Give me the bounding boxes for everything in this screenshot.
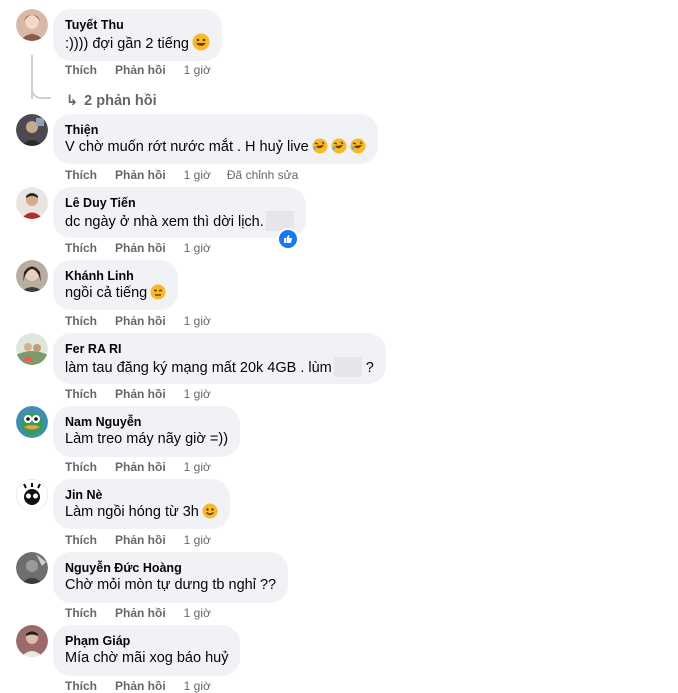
like-action[interactable]: Thích bbox=[65, 533, 97, 547]
comment-text: Làm ngồi hóng từ 3h bbox=[65, 503, 218, 525]
comment-text-content: :)))) đợi gần 2 tiếng bbox=[65, 36, 189, 52]
comment-time[interactable]: 1 giờ bbox=[184, 460, 211, 474]
comment-author[interactable]: Phạm Giáp bbox=[65, 633, 228, 649]
redacted-block bbox=[333, 357, 362, 377]
comment-actions: Thích Phản hồi 1 giờ bbox=[65, 314, 227, 328]
comment-bubble: Fer RA RI làm tau đăng ký mạng mất 20k 4… bbox=[53, 333, 386, 384]
like-action[interactable]: Thích bbox=[65, 314, 97, 328]
grin-face-icon bbox=[192, 33, 210, 57]
comment-author[interactable]: Thiện bbox=[65, 122, 366, 138]
comment-text-content: ngồi cả tiếng bbox=[65, 285, 148, 301]
comment-text: làm tau đăng ký mạng mất 20k 4GB . lùm ? bbox=[65, 357, 374, 378]
comment-time[interactable]: 1 giờ bbox=[184, 241, 211, 255]
comment-text: Chờ mỏi mòn tự dưng tb nghỉ ?? bbox=[65, 576, 276, 595]
comment-bubble: Jin Nè Làm ngồi hóng từ 3h bbox=[53, 479, 230, 529]
comment-time[interactable]: 1 giờ bbox=[184, 387, 211, 401]
comment-text-content: dc ngày ở nhà xem thì dời lịch. bbox=[65, 214, 264, 230]
reply-action[interactable]: Phản hồi bbox=[115, 679, 166, 693]
avatar[interactable] bbox=[16, 406, 48, 438]
view-replies-link[interactable]: ↳ 2 phản hồi bbox=[66, 93, 157, 109]
comment-author[interactable]: Khánh Linh bbox=[65, 268, 166, 284]
like-action[interactable]: Thích bbox=[65, 460, 97, 474]
comment-time[interactable]: 1 giờ bbox=[184, 168, 211, 182]
comment-bubble: Khánh Linh ngồi cả tiếng bbox=[53, 260, 179, 310]
comment-text: :)))) đợi gần 2 tiếng bbox=[65, 33, 210, 57]
comment-feed: Tuyết Thu :)))) đợi gần 2 tiếng Thích Phả… bbox=[0, 0, 678, 693]
rofl-face-icon bbox=[312, 138, 328, 160]
like-action[interactable]: Thích bbox=[65, 679, 97, 693]
comment-actions: Thích Phản hồi 1 giờ bbox=[65, 460, 227, 474]
rofl-face-icon bbox=[350, 138, 366, 160]
reply-action[interactable]: Phản hồi bbox=[115, 533, 166, 547]
comment-bubble: Thiện V chờ muốn rớt nước mắt . H huỷ li… bbox=[53, 114, 378, 164]
reply-action[interactable]: Phản hồi bbox=[115, 241, 166, 255]
avatar[interactable] bbox=[16, 187, 48, 219]
comment-actions: Thích Phản hồi 1 giờ bbox=[65, 533, 227, 547]
comment-text: ngồi cả tiếng bbox=[65, 284, 166, 306]
comment-time[interactable]: 1 giờ bbox=[184, 314, 211, 328]
avatar[interactable] bbox=[16, 333, 48, 365]
comment-time[interactable]: 1 giờ bbox=[184, 679, 211, 693]
reply-action[interactable]: Phản hồi bbox=[115, 63, 166, 77]
comment-author[interactable]: Fer RA RI bbox=[65, 341, 374, 357]
comment-text-content: Chờ mỏi mòn tự dưng tb nghỉ ?? bbox=[65, 577, 277, 593]
like-action[interactable]: Thích bbox=[65, 606, 97, 620]
comment-actions: Thích Phản hồi 1 giờ bbox=[65, 679, 227, 693]
reply-action[interactable]: Phản hồi bbox=[115, 168, 166, 182]
like-action[interactable]: Thích bbox=[65, 63, 97, 77]
comment-time[interactable]: 1 giờ bbox=[184, 533, 211, 547]
replies-count: 2 phản hồi bbox=[84, 93, 157, 109]
comment-text-content: Làm treo máy nãy giờ =)) bbox=[65, 431, 229, 447]
comment-author[interactable]: Nam Nguyễn bbox=[65, 414, 228, 430]
like-reaction-icon[interactable] bbox=[277, 228, 299, 250]
avatar[interactable] bbox=[16, 114, 48, 146]
avatar[interactable] bbox=[16, 9, 48, 41]
rofl-face-icon bbox=[331, 138, 347, 160]
comment-actions: Thích Phản hồi 1 giờ bbox=[65, 241, 227, 255]
comment-text: V chờ muốn rớt nước mắt . H huỷ live bbox=[65, 138, 366, 160]
avatar[interactable] bbox=[16, 552, 48, 584]
comment-text-content: V chờ muốn rớt nước mắt . H huỷ live bbox=[65, 139, 309, 155]
comment-author[interactable]: Lê Duy Tiến bbox=[65, 195, 294, 211]
comment-author[interactable]: Nguyễn Đức Hoàng bbox=[65, 560, 276, 576]
comment-actions: Thích Phản hồi 1 giờ bbox=[65, 606, 227, 620]
comment-actions: Thích Phản hồi 1 giờ bbox=[65, 63, 227, 77]
avatar[interactable] bbox=[16, 479, 48, 511]
like-action[interactable]: Thích bbox=[65, 241, 97, 255]
comment-author[interactable]: Tuyết Thu bbox=[65, 17, 210, 33]
reply-action[interactable]: Phản hồi bbox=[115, 606, 166, 620]
comment-bubble: Lê Duy Tiến dc ngày ở nhà xem thì dời lị… bbox=[53, 187, 306, 238]
like-action[interactable]: Thích bbox=[65, 387, 97, 401]
comment-bubble: Tuyết Thu :)))) đợi gần 2 tiếng bbox=[53, 9, 222, 61]
avatar[interactable] bbox=[16, 260, 48, 292]
edited-label[interactable]: Đã chỉnh sửa bbox=[227, 168, 298, 182]
comment-text-content: Mía chờ mãi xog báo huỷ bbox=[65, 650, 229, 666]
thread-connector bbox=[31, 79, 51, 99]
reply-action[interactable]: Phản hồi bbox=[115, 387, 166, 401]
avatar[interactable] bbox=[16, 625, 48, 657]
like-action[interactable]: Thích bbox=[65, 168, 97, 182]
comment-actions: Thích Phản hồi 1 giờ bbox=[65, 387, 227, 401]
comment-bubble: Nguyễn Đức Hoàng Chờ mỏi mòn tự dưng tb … bbox=[53, 552, 289, 603]
reply-action[interactable]: Phản hồi bbox=[115, 460, 166, 474]
comment-text: Làm treo máy nãy giờ =)) bbox=[65, 430, 228, 449]
comment-time[interactable]: 1 giờ bbox=[184, 606, 211, 620]
comment-time[interactable]: 1 giờ bbox=[184, 63, 211, 77]
smile-face-icon bbox=[202, 503, 218, 525]
comment-bubble: Nam Nguyễn Làm treo máy nãy giờ =)) bbox=[53, 406, 241, 457]
comment-bubble: Phạm Giáp Mía chờ mãi xog báo huỷ bbox=[53, 625, 241, 676]
unamused-face-icon bbox=[150, 284, 166, 306]
reply-arrow-icon: ↳ bbox=[66, 93, 79, 109]
comment-text-content: Làm ngồi hóng từ 3h bbox=[65, 504, 199, 520]
comment-text: dc ngày ở nhà xem thì dời lịch. bbox=[65, 211, 294, 232]
comment-actions: Thích Phản hồi 1 giờ Đã chỉnh sửa bbox=[65, 168, 298, 182]
comment-text: Mía chờ mãi xog báo huỷ bbox=[65, 649, 228, 668]
comment-text-content: làm tau đăng ký mạng mất 20k 4GB . lùm bbox=[65, 360, 332, 376]
comment-author[interactable]: Jin Nè bbox=[65, 487, 218, 503]
comment-text-suffix: ? bbox=[361, 360, 374, 376]
reply-action[interactable]: Phản hồi bbox=[115, 314, 166, 328]
